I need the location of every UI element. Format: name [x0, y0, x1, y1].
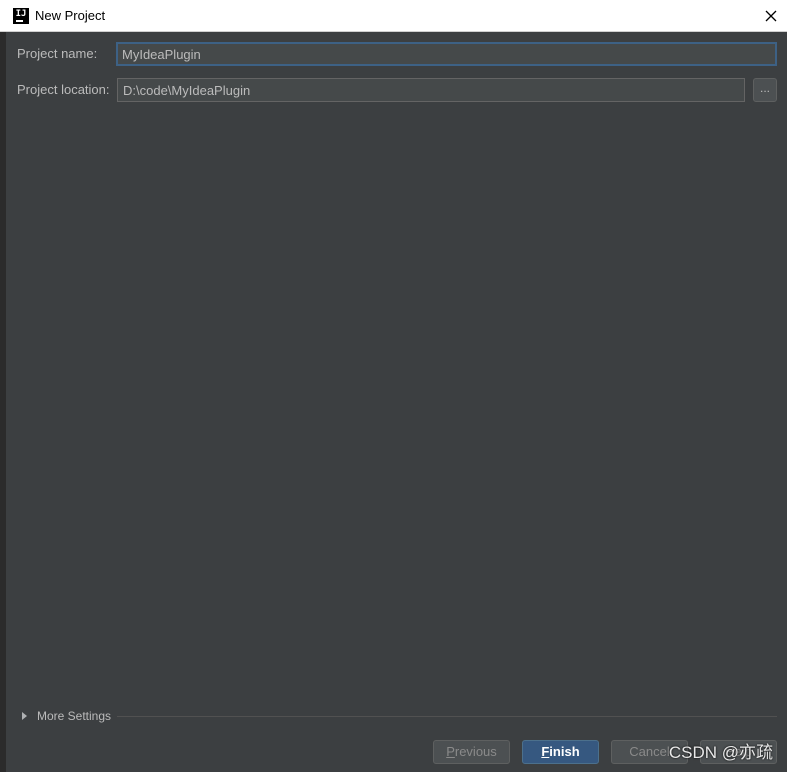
project-location-row: Project location: — [17, 82, 110, 97]
previous-label: revious — [454, 744, 497, 759]
previous-button[interactable]: Previous — [433, 740, 510, 764]
more-settings-label: More Settings — [37, 709, 112, 723]
title-bar: IJ New Project — [0, 0, 787, 32]
finish-label: inish — [549, 744, 580, 759]
project-location-label: Project location: — [17, 82, 110, 97]
intellij-app-icon: IJ — [13, 7, 29, 24]
more-settings-divider — [117, 716, 777, 717]
expand-arrow-icon — [22, 712, 27, 720]
project-name-label: Project name: — [17, 46, 98, 61]
more-settings-toggle[interactable]: More Settings — [22, 709, 111, 723]
close-button[interactable] — [755, 0, 787, 32]
project-name-input[interactable] — [116, 42, 777, 66]
previous-mnemonic: P — [446, 744, 455, 759]
new-project-dialog: Project name: Project location: ... More… — [6, 32, 787, 772]
browse-location-button[interactable]: ... — [753, 78, 777, 102]
project-name-row: Project name: — [17, 46, 97, 61]
finish-button[interactable]: Finish — [522, 740, 599, 764]
close-icon — [765, 10, 777, 22]
window-title: New Project — [35, 8, 106, 23]
project-location-input[interactable] — [117, 78, 745, 102]
csdn-watermark: CSDN @亦疏 — [668, 743, 773, 762]
